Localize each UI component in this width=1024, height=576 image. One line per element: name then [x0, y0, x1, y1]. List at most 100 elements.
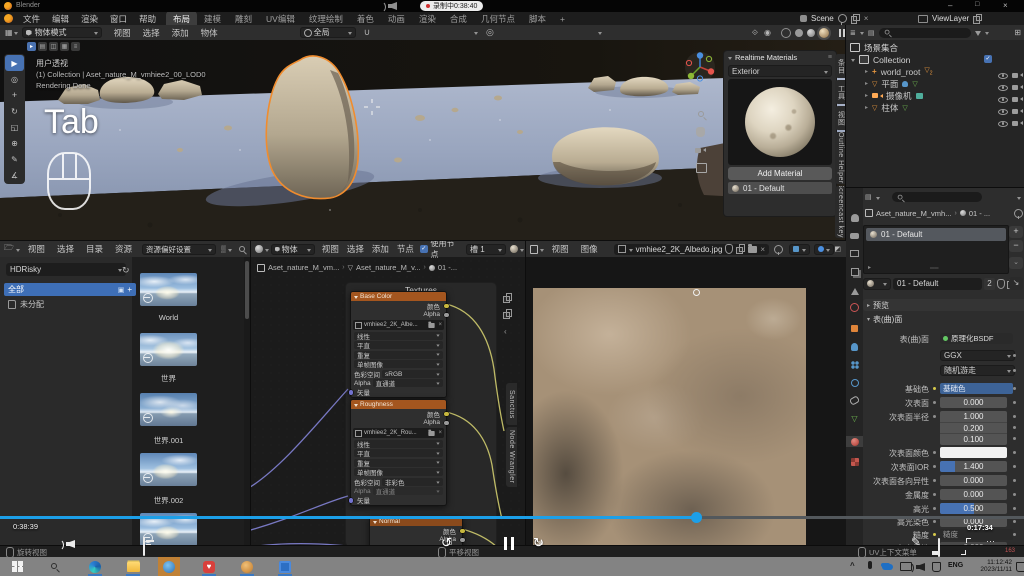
snap-magnet-icon[interactable]: ∪: [364, 27, 371, 38]
workspace-tab-comp[interactable]: 合成: [443, 12, 474, 25]
alpha-mode-dropdown[interactable]: 直通道: [373, 379, 443, 387]
shading-rendered-icon[interactable]: [819, 28, 829, 38]
outliner-row-cylinder[interactable]: ▸ ▽ 柱体 ▽: [865, 102, 908, 113]
subtitle-icon[interactable]: [143, 537, 145, 556]
color-output-socket[interactable]: [460, 529, 465, 534]
menu-file[interactable]: 文件: [17, 13, 46, 25]
editor-type-icon[interactable]: ▦: [5, 28, 13, 37]
node-menu[interactable]: 节点: [393, 243, 418, 255]
action-center-icon[interactable]: [1016, 562, 1024, 572]
properties-search[interactable]: [892, 192, 982, 202]
microphone-icon[interactable]: [868, 561, 872, 569]
material-browse-dropdown[interactable]: [863, 278, 891, 290]
subsurface-radius-x[interactable]: 1.000: [940, 411, 1007, 422]
pie-icon[interactable]: ▤: [38, 42, 47, 51]
blender-menu-icon[interactable]: [4, 14, 13, 23]
menu-window[interactable]: 窗口: [104, 13, 133, 25]
texture-image[interactable]: [533, 288, 806, 546]
language-indicator[interactable]: ENG: [948, 562, 963, 569]
outliner-row-scene-collection[interactable]: 场景集合: [850, 42, 898, 53]
sidebar-tab-screencast-keys[interactable]: Screencast keys: [835, 186, 845, 238]
tab-scene[interactable]: [849, 284, 860, 295]
add-menu[interactable]: 添加: [166, 27, 195, 39]
tab-object-data[interactable]: ▽: [849, 413, 860, 424]
menu-render[interactable]: 渲染: [75, 13, 104, 25]
workspace-tab-render[interactable]: 渲染: [412, 12, 443, 25]
extension-dropdown[interactable]: 重复: [354, 459, 443, 467]
hdri-thumbnail-2[interactable]: [140, 393, 197, 426]
refresh-icon[interactable]: ↻: [122, 265, 130, 276]
select-menu[interactable]: 选择: [343, 243, 368, 255]
select-menu[interactable]: 选择: [137, 27, 166, 39]
subsurface-color-swatch[interactable]: [940, 447, 1007, 458]
catalog-all[interactable]: 全部 ▣ +: [4, 283, 136, 296]
slot-add-button[interactable]: +: [1009, 226, 1023, 238]
tool-scale-button[interactable]: ◱: [5, 119, 24, 135]
file-explorer-icon[interactable]: [127, 562, 140, 572]
fake-user-icon[interactable]: [997, 279, 1005, 289]
interpolation-dropdown[interactable]: 线性: [354, 332, 443, 340]
browse-nodetree-button[interactable]: ↘: [1009, 277, 1023, 290]
app-icon-blue[interactable]: [279, 561, 291, 573]
material-list-item[interactable]: 01 - Default: [728, 182, 832, 194]
pie-icon[interactable]: ▦: [60, 42, 69, 51]
tray-expand-icon[interactable]: ^: [850, 561, 855, 570]
source-dropdown[interactable]: 单帧图像: [354, 360, 443, 368]
tab-object[interactable]: [849, 323, 860, 334]
alpha-mode-dropdown[interactable]: 直通道: [373, 487, 443, 495]
subsurface-slider[interactable]: 0.000: [940, 397, 1007, 408]
metallic-slider[interactable]: 0.000: [940, 489, 1007, 500]
tool-measure-button[interactable]: ∡: [5, 167, 24, 183]
view-menu[interactable]: 视图: [22, 243, 51, 255]
subsurface-anisotropy-slider[interactable]: 0.000: [940, 475, 1007, 486]
subsurface-ior-slider[interactable]: 1.400: [940, 461, 1007, 472]
menu-help[interactable]: 帮助: [133, 13, 162, 25]
workspace-tab-layout[interactable]: 布局: [166, 12, 197, 25]
panel-title[interactable]: Realtime Materials: [735, 53, 797, 62]
interpolation-dropdown[interactable]: 线性: [354, 440, 443, 448]
forward-button[interactable]: ↻ 30: [533, 534, 544, 552]
tab-output[interactable]: [849, 248, 860, 259]
tab-constraints[interactable]: [849, 395, 860, 406]
tab-texture[interactable]: [849, 456, 860, 467]
close-button[interactable]: ×: [1003, 1, 1008, 10]
viewlayer-selector[interactable]: ViewLayer: [932, 14, 969, 23]
workspace-tab-add[interactable]: +: [553, 12, 572, 25]
sidebar-tab-view[interactable]: 视图: [835, 106, 845, 130]
shading-material-icon[interactable]: [807, 29, 815, 37]
material-slot-item[interactable]: 01 - Default: [866, 228, 1006, 241]
image-datablock-field[interactable]: vmhiee2_2K_Rou... ×: [353, 428, 444, 438]
tab-view-layer[interactable]: [849, 266, 860, 277]
unlink-icon[interactable]: ×: [864, 14, 869, 23]
source-dropdown[interactable]: 单帧图像: [354, 468, 443, 476]
maximize-button[interactable]: □: [975, 1, 979, 8]
open-image-icon[interactable]: [429, 323, 435, 328]
pie-icon[interactable]: ≡: [71, 42, 80, 51]
gizmo-toggle-icon[interactable]: ⟐: [752, 28, 758, 38]
tab-world[interactable]: [849, 302, 860, 313]
tool-select-button[interactable]: ▶: [5, 55, 24, 71]
outliner-row-collection[interactable]: Collection: [851, 54, 910, 65]
color-output-socket[interactable]: [444, 304, 449, 309]
specular-slider[interactable]: 0.500: [940, 503, 1007, 514]
rewind-button[interactable]: ↺ 10: [441, 534, 452, 552]
catalog-unassigned[interactable]: 未分配: [4, 298, 136, 310]
colorspace-dropdown[interactable]: sRGB: [382, 370, 443, 378]
panel-menu-icon[interactable]: ≡: [828, 54, 832, 61]
usb-icon[interactable]: [932, 562, 941, 572]
collapse-sidebar-icon[interactable]: ‹: [504, 327, 507, 336]
onedrive-cloud-icon[interactable]: [882, 564, 893, 570]
more-options-icon[interactable]: ···: [986, 536, 995, 546]
pin-icon[interactable]: [774, 245, 783, 254]
display-mode-icon[interactable]: ▤: [868, 29, 875, 37]
object-menu[interactable]: 物体: [195, 27, 224, 39]
distribution-dropdown[interactable]: GGX: [940, 350, 1015, 361]
open-image-icon[interactable]: [748, 246, 757, 253]
menu-edit[interactable]: 编辑: [46, 13, 75, 25]
alpha-output-socket[interactable]: [460, 538, 465, 543]
extension-dropdown[interactable]: 重复: [354, 351, 443, 359]
edge-icon[interactable]: [89, 561, 101, 573]
editor-type-icon[interactable]: 🗁: [4, 242, 14, 256]
shader-type-dropdown[interactable]: 物体: [271, 244, 315, 255]
sidebar-tab-tool[interactable]: 工具: [835, 80, 845, 104]
